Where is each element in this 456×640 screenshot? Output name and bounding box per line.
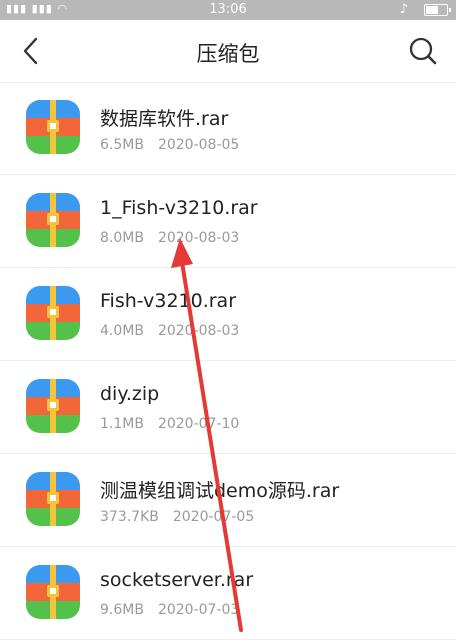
file-size: 1.1MB xyxy=(100,416,144,432)
file-name: 数据库软件.rar xyxy=(100,108,229,130)
file-name: 1_Fish-v3210.rar xyxy=(100,197,258,219)
file-meta: 373.7KB 2020-07-05 xyxy=(100,509,254,525)
file-date: 2020-07-10 xyxy=(157,416,240,432)
file-date: 2020-07-03 xyxy=(157,602,240,618)
file-name: diy.zip xyxy=(100,383,160,405)
archive-file-icon xyxy=(26,286,80,340)
file-date: 2020-07-05 xyxy=(172,509,255,525)
file-meta: 9.6MB 2020-07-03 xyxy=(100,602,239,618)
file-date: 2020-08-03 xyxy=(157,323,240,339)
file-name: socketserver.rar xyxy=(100,569,254,591)
file-size: 373.7KB xyxy=(100,509,159,525)
file-size: 8.0MB xyxy=(100,230,144,246)
archive-file-icon xyxy=(26,565,80,619)
file-date: 2020-08-05 xyxy=(157,137,240,153)
archive-file-icon xyxy=(26,100,80,154)
file-size: 4.0MB xyxy=(100,323,144,339)
file-meta: 8.0MB 2020-08-03 xyxy=(100,230,239,246)
file-meta: 4.0MB 2020-08-03 xyxy=(100,323,239,339)
status-bar: ▮▮▮ ▮▮▮ ◠ 13:06 ♪ xyxy=(0,0,456,20)
list-item[interactable]: 测温模组调试demo源码.rar 373.7KB 2020-07-05 xyxy=(0,454,456,547)
file-size: 6.5MB xyxy=(100,137,144,153)
list-item[interactable]: 1_Fish-v3210.rar 8.0MB 2020-08-03 xyxy=(0,175,456,268)
file-size: 9.6MB xyxy=(100,602,144,618)
file-meta: 1.1MB 2020-07-10 xyxy=(100,416,239,432)
list-item[interactable]: Fish-v3210.rar 4.0MB 2020-08-03 xyxy=(0,268,456,361)
file-date: 2020-08-03 xyxy=(157,230,240,246)
battery-icon xyxy=(424,3,451,16)
search-icon[interactable] xyxy=(408,36,438,66)
file-meta: 6.5MB 2020-08-05 xyxy=(100,137,239,153)
file-list: 数据库软件.rar 6.5MB 2020-08-05 1_Fish-v3210.r… xyxy=(0,82,456,640)
file-name: Fish-v3210.rar xyxy=(100,290,237,312)
status-time: 13:06 xyxy=(209,2,247,17)
archive-file-icon xyxy=(26,472,80,526)
page-title: 压缩包 xyxy=(196,42,260,66)
list-item[interactable]: 数据库软件.rar 6.5MB 2020-08-05 xyxy=(0,82,456,175)
list-item[interactable]: socketserver.rar 9.6MB 2020-07-03 xyxy=(0,547,456,640)
list-item[interactable]: diy.zip 1.1MB 2020-07-10 xyxy=(0,361,456,454)
archive-file-icon xyxy=(26,379,80,433)
file-name: 测温模组调试demo源码.rar xyxy=(100,480,340,502)
archive-file-icon xyxy=(26,193,80,247)
bell-off-icon: ♪ xyxy=(399,2,408,17)
app-bar: 压缩包 xyxy=(0,20,456,83)
